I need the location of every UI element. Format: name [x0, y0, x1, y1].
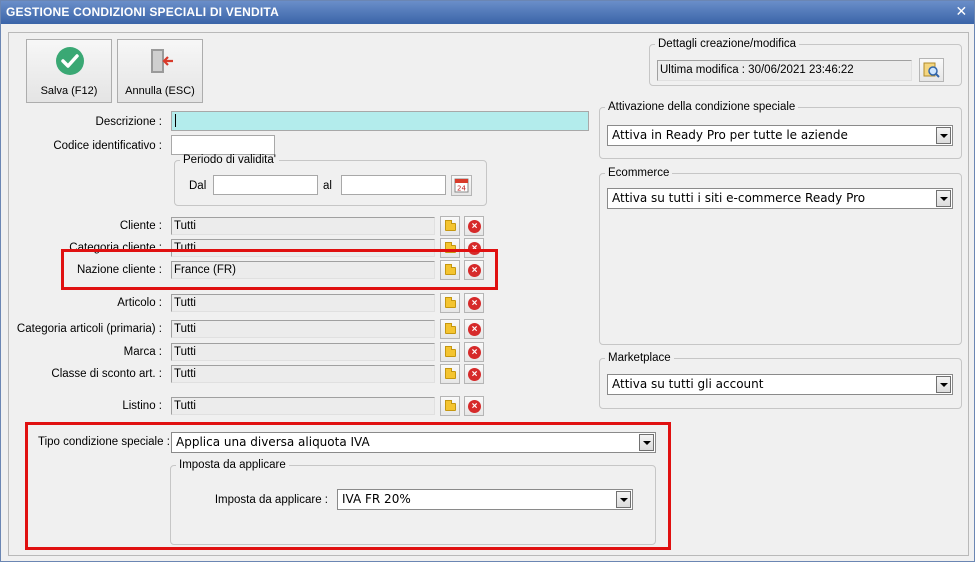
listino-label: Listino :	[122, 400, 162, 412]
close-icon: ×	[468, 297, 481, 310]
cliente-clear-button[interactable]: ×	[464, 216, 484, 236]
classe-sconto-field: Tutti	[171, 365, 435, 383]
calendar-button[interactable]: 24	[451, 175, 472, 196]
dialog-window: GESTIONE CONDIZIONI SPECIALI DI VENDITA …	[0, 0, 975, 562]
marca-clear-button[interactable]: ×	[464, 342, 484, 362]
articolo-field: Tutti	[171, 294, 435, 312]
cancel-button[interactable]: Annulla (ESC)	[117, 39, 203, 103]
chevron-down-icon[interactable]	[936, 190, 951, 207]
details-button[interactable]	[919, 58, 944, 82]
categoria-articoli-browse-button[interactable]	[440, 319, 460, 339]
articolo-label: Articolo :	[117, 297, 162, 309]
cancel-button-label: Annulla (ESC)	[125, 85, 195, 97]
marketplace-legend: Marketplace	[608, 352, 671, 364]
cliente-field: Tutti	[171, 217, 435, 235]
save-button[interactable]: Salva (F12)	[26, 39, 112, 103]
folder-icon	[445, 400, 456, 411]
folder-icon	[445, 368, 456, 379]
cliente-label: Cliente :	[119, 220, 162, 232]
chevron-down-icon[interactable]	[936, 376, 951, 393]
exit-door-icon	[151, 49, 173, 73]
marca-browse-button[interactable]	[440, 342, 460, 362]
folder-icon	[445, 220, 456, 231]
dettagli-legend: Dettagli creazione/modifica	[658, 38, 797, 50]
marca-label: Marca :	[123, 346, 162, 358]
categoria-articoli-clear-button[interactable]: ×	[464, 319, 484, 339]
close-icon: ×	[468, 323, 481, 336]
highlight-tipo	[25, 422, 671, 550]
attivazione-select-value: Attiva in Ready Pro per tutte le aziende	[612, 128, 848, 142]
articolo-clear-button[interactable]: ×	[464, 293, 484, 313]
descrizione-input[interactable]	[171, 111, 589, 131]
listino-field: Tutti	[171, 397, 435, 415]
marketplace-select-value: Attiva su tutti gli account	[612, 377, 764, 391]
classe-sconto-browse-button[interactable]	[440, 364, 460, 384]
ecommerce-select[interactable]: Attiva su tutti i siti e-commerce Ready …	[607, 188, 953, 209]
articolo-browse-button[interactable]	[440, 293, 460, 313]
close-icon: ×	[468, 220, 481, 233]
chevron-down-icon[interactable]	[936, 127, 951, 144]
magnifier-icon	[923, 62, 940, 78]
close-icon[interactable]: ✕	[953, 4, 970, 20]
classe-sconto-label: Classe di sconto art. :	[51, 368, 162, 380]
al-date-input[interactable]	[341, 175, 446, 195]
calendar-icon: 24	[454, 178, 469, 193]
folder-icon	[445, 323, 456, 334]
close-icon: ×	[468, 346, 481, 359]
close-icon: ×	[468, 400, 481, 413]
checkmark-icon	[56, 47, 84, 75]
calendar-day: 24	[457, 185, 466, 193]
folder-icon	[445, 346, 456, 357]
cliente-browse-button[interactable]	[440, 216, 460, 236]
window-titlebar[interactable]: GESTIONE CONDIZIONI SPECIALI DI VENDITA …	[1, 1, 974, 24]
listino-clear-button[interactable]: ×	[464, 396, 484, 416]
attivazione-legend: Attivazione della condizione speciale	[608, 101, 796, 113]
text-cursor	[175, 114, 176, 127]
periodo-legend: Periodo di validita'	[183, 154, 276, 166]
close-icon: ×	[468, 368, 481, 381]
codice-input[interactable]	[171, 135, 275, 155]
ecommerce-select-value: Attiva su tutti i siti e-commerce Ready …	[612, 191, 866, 205]
ultima-modifica-field: Ultima modifica : 30/06/2021 23:46:22	[657, 60, 912, 81]
dal-date-input[interactable]	[213, 175, 318, 195]
descrizione-label: Descrizione :	[95, 116, 162, 128]
marca-field: Tutti	[171, 343, 435, 361]
categoria-articoli-label: Categoria articoli (primaria) :	[16, 323, 162, 335]
codice-label: Codice identificativo :	[53, 140, 162, 152]
window-title: GESTIONE CONDIZIONI SPECIALI DI VENDITA	[6, 5, 279, 19]
listino-browse-button[interactable]	[440, 396, 460, 416]
folder-icon	[445, 297, 456, 308]
classe-sconto-clear-button[interactable]: ×	[464, 364, 484, 384]
highlight-nazione	[61, 249, 498, 290]
categoria-articoli-field: Tutti	[171, 320, 435, 338]
ecommerce-legend: Ecommerce	[608, 167, 670, 179]
dal-label: Dal	[189, 180, 207, 192]
marketplace-select[interactable]: Attiva su tutti gli account	[607, 374, 953, 395]
al-label: al	[323, 180, 332, 192]
save-button-label: Salva (F12)	[40, 85, 98, 97]
dialog-content: Salva (F12) Annulla (ESC) Descrizione : …	[8, 32, 969, 556]
attivazione-select[interactable]: Attiva in Ready Pro per tutte le aziende	[607, 125, 953, 146]
